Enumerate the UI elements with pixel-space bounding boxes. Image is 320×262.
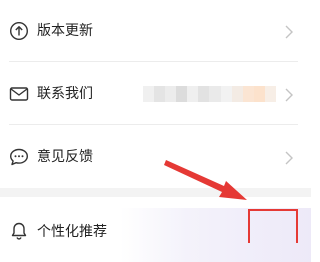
blurred-contact-info [143,86,276,102]
chevron-right-icon [284,87,294,102]
divider [9,124,298,125]
settings-item-label: 个性化推荐 [37,224,107,240]
settings-item-label: 版本更新 [37,23,93,39]
mail-icon [9,84,29,104]
divider [9,61,298,62]
section-separator [0,188,311,197]
settings-item-feedback[interactable]: 意见反馈 [0,144,311,170]
bell-icon [9,221,29,241]
chevron-right-icon [284,150,294,165]
chevron-right-icon [284,24,294,39]
settings-item-label: 意见反馈 [37,149,93,165]
settings-item-version-update[interactable]: 版本更新 [0,18,311,44]
arrow-up-circle-icon [9,21,29,41]
chat-bubble-icon [9,147,29,167]
settings-item-label: 联系我们 [37,86,93,102]
personalized-recommendation-toggle[interactable] [248,209,298,243]
